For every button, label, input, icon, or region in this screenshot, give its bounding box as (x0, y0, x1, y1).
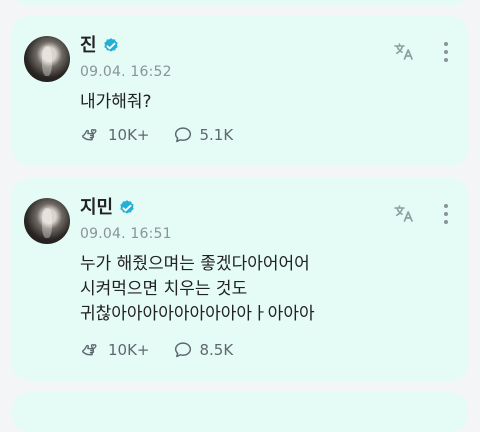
author-name[interactable]: 진 (80, 37, 97, 55)
post-text-line: 시켜먹으면 치우는 것도 (80, 279, 248, 299)
post-actions: 10K+ 8.5K (80, 339, 233, 361)
like-count: 10K+ (108, 126, 150, 144)
comment-bubble-icon (174, 127, 191, 143)
post-timestamp: 09.04. 16:52 (80, 64, 172, 80)
comment-count: 8.5K (199, 341, 234, 359)
author-row: 진 (80, 37, 120, 55)
heart-hands-icon (82, 344, 97, 356)
comment-bubble-icon (174, 342, 191, 358)
post-text-line: 귀찮아아아아아아아아아ㅏ아아아 (80, 304, 315, 324)
like-button[interactable]: 10K+ (80, 339, 150, 361)
post-content: 누가 해줬으며는 좋겠다아어어어 시켜먹으면 치우는 것도 귀찮아아아아아아아아… (80, 252, 440, 327)
comment-button[interactable]: 8.5K (172, 339, 234, 361)
post-card-jin[interactable]: 진 09.04. 16:52 내가해줘? 10K+ 5.1K (12, 16, 468, 166)
avatar[interactable] (24, 198, 70, 244)
translate-icon[interactable] (392, 202, 416, 226)
author-row: 지민 (80, 199, 136, 217)
post-content: 내가해줘? (80, 90, 440, 115)
post-card-previous (12, 0, 468, 6)
post-card-jimin[interactable]: 지민 09.04. 16:51 누가 해줬으며는 좋겠다아어어어 시켜먹으면 치… (12, 178, 468, 381)
more-options-icon[interactable] (442, 40, 450, 64)
translate-icon[interactable] (392, 40, 416, 64)
avatar[interactable] (24, 36, 70, 82)
post-text-line: 누가 해줬으며는 좋겠다아어어어 (80, 254, 310, 274)
post-text-line: 내가해줘? (80, 92, 152, 112)
like-count: 10K+ (108, 341, 150, 359)
author-name[interactable]: 지민 (80, 199, 113, 217)
more-options-icon[interactable] (442, 202, 450, 226)
comment-button[interactable]: 5.1K (172, 124, 234, 146)
heart-hands-icon (82, 129, 97, 141)
post-card-next (12, 392, 468, 432)
verified-badge-icon (120, 200, 134, 214)
comment-count: 5.1K (199, 126, 234, 144)
post-timestamp: 09.04. 16:51 (80, 226, 172, 242)
post-actions: 10K+ 5.1K (80, 124, 233, 146)
verified-badge-icon (103, 38, 118, 52)
like-button[interactable]: 10K+ (80, 124, 150, 146)
